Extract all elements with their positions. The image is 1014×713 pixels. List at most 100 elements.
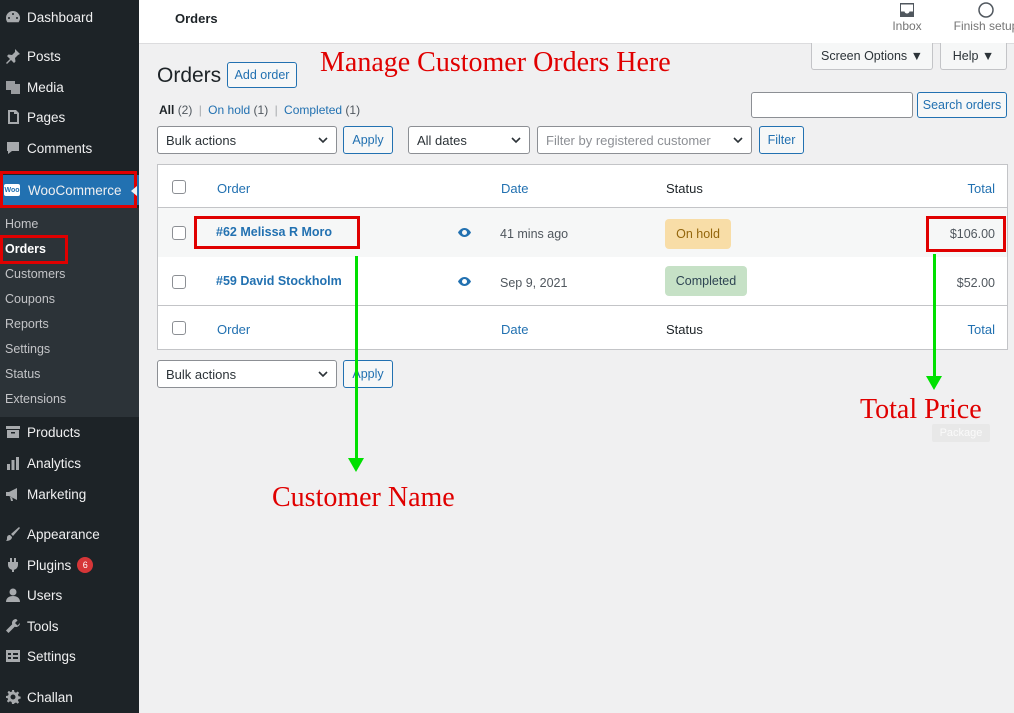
column-footer-order[interactable]: Order bbox=[217, 322, 250, 337]
filter-all-count: (2) bbox=[177, 103, 193, 117]
total-price-highlight-box bbox=[926, 216, 1006, 252]
bulk-actions-select-bottom[interactable]: Bulk actions bbox=[157, 360, 337, 388]
finish-setup-button[interactable]: Finish setup bbox=[951, 0, 1014, 44]
status-filter-links: All (2) | On hold (1) | Completed (1) bbox=[159, 103, 360, 117]
submenu-item-extensions[interactable]: Extensions bbox=[5, 389, 66, 409]
row-checkbox[interactable] bbox=[172, 275, 186, 289]
customer-filter-placeholder: Filter by registered customer bbox=[546, 132, 711, 148]
filter-separator: | bbox=[274, 103, 278, 117]
add-order-button[interactable]: Add order bbox=[227, 62, 297, 88]
screen-options-button[interactable]: Screen Options ▼ bbox=[811, 43, 933, 70]
woocommerce-header-bar: Orders Inbox Finish setup bbox=[139, 0, 1014, 44]
sidebar-item-media[interactable]: Media bbox=[0, 73, 139, 101]
bulk-actions-select[interactable]: Bulk actions bbox=[157, 126, 337, 154]
admin-sidebar: Dashboard Posts Media Pages Comments Woo… bbox=[0, 0, 139, 713]
sidebar-item-plugins[interactable]: Plugins 6 bbox=[0, 551, 139, 579]
table-header-row: Order Date Status Total bbox=[158, 165, 1007, 208]
column-header-total[interactable]: Total bbox=[968, 181, 995, 196]
row-checkbox[interactable] bbox=[172, 226, 186, 240]
dashboard-icon bbox=[4, 8, 22, 26]
order-date: 41 mins ago bbox=[500, 227, 569, 241]
megaphone-icon bbox=[4, 485, 22, 503]
apply-button-bottom[interactable]: Apply bbox=[343, 360, 393, 388]
bulk-actions-value: Bulk actions bbox=[166, 132, 237, 148]
bar-chart-icon bbox=[4, 454, 22, 472]
submenu-item-coupons[interactable]: Coupons bbox=[5, 289, 55, 309]
customer-arrow-line bbox=[355, 256, 358, 460]
order-link[interactable]: #59 David Stockholm bbox=[216, 274, 342, 288]
select-all-checkbox[interactable] bbox=[172, 180, 186, 194]
sidebar-item-label: Dashboard bbox=[27, 9, 94, 25]
submenu-item-reports[interactable]: Reports bbox=[5, 314, 49, 334]
sidebar-item-label: Appearance bbox=[27, 526, 100, 542]
sidebar-item-marketing[interactable]: Marketing bbox=[0, 480, 139, 508]
eye-icon[interactable] bbox=[458, 228, 471, 237]
orders-highlight-box bbox=[0, 235, 68, 264]
filter-button[interactable]: Filter bbox=[759, 126, 804, 154]
progress-ring-icon bbox=[978, 2, 994, 18]
pin-icon bbox=[4, 47, 22, 65]
sidebar-item-users[interactable]: Users bbox=[0, 581, 139, 609]
sidebar-item-analytics[interactable]: Analytics bbox=[0, 449, 139, 477]
column-header-date[interactable]: Date bbox=[501, 181, 528, 196]
gear-icon bbox=[4, 688, 22, 706]
search-orders-input[interactable] bbox=[751, 92, 913, 118]
date-filter-select[interactable]: All dates bbox=[408, 126, 530, 154]
column-footer-status: Status bbox=[666, 322, 703, 337]
select-all-checkbox[interactable] bbox=[172, 321, 186, 335]
customer-filter-select[interactable]: Filter by registered customer bbox=[537, 126, 752, 154]
active-menu-pointer bbox=[131, 186, 137, 196]
filter-completed-count: (1) bbox=[345, 103, 361, 117]
finish-setup-label: Finish setup bbox=[953, 19, 1014, 33]
search-orders-button[interactable]: Search orders bbox=[917, 92, 1007, 118]
status-badge: Completed bbox=[665, 266, 747, 296]
sidebar-item-comments[interactable]: Comments bbox=[0, 134, 139, 162]
sidebar-item-products[interactable]: Products bbox=[0, 418, 139, 446]
column-header-status: Status bbox=[666, 181, 703, 196]
sidebar-item-pages[interactable]: Pages bbox=[0, 103, 139, 131]
sidebar-item-settings[interactable]: Settings bbox=[0, 642, 139, 670]
sidebar-item-label: Media bbox=[27, 79, 64, 95]
sidebar-item-tools[interactable]: Tools bbox=[0, 612, 139, 640]
filter-on-hold-link[interactable]: On hold bbox=[208, 103, 250, 117]
column-footer-total[interactable]: Total bbox=[968, 322, 995, 337]
chevron-down-icon bbox=[318, 371, 328, 378]
sidebar-item-label: Comments bbox=[27, 140, 93, 156]
media-icon bbox=[4, 78, 22, 96]
submenu-item-customers[interactable]: Customers bbox=[5, 264, 65, 284]
faded-package-button: Package bbox=[932, 424, 990, 442]
sidebar-item-dashboard[interactable]: Dashboard bbox=[0, 3, 139, 31]
help-button[interactable]: Help ▼ bbox=[940, 43, 1007, 70]
sidebar-item-posts[interactable]: Posts bbox=[0, 42, 139, 70]
apply-button[interactable]: Apply bbox=[343, 126, 393, 154]
wrench-icon bbox=[4, 617, 22, 635]
column-header-order[interactable]: Order bbox=[217, 181, 250, 196]
filter-all-link[interactable]: All bbox=[159, 103, 174, 117]
inbox-button[interactable]: Inbox bbox=[889, 0, 925, 44]
table-row[interactable]: #59 David Stockholm Sep 9, 2021 Complete… bbox=[158, 257, 1007, 306]
sidebar-item-appearance[interactable]: Appearance bbox=[0, 520, 139, 548]
eye-icon[interactable] bbox=[458, 277, 471, 286]
archive-icon bbox=[4, 423, 22, 441]
sidebar-item-label: Tools bbox=[27, 618, 59, 634]
sidebar-item-label: Analytics bbox=[27, 455, 82, 471]
date-filter-value: All dates bbox=[417, 132, 467, 148]
filter-completed-link[interactable]: Completed bbox=[284, 103, 342, 117]
page-title: Orders bbox=[157, 64, 222, 87]
sidebar-item-label: Posts bbox=[27, 48, 61, 64]
submenu-item-home[interactable]: Home bbox=[5, 214, 38, 234]
sidebar-item-label: Marketing bbox=[27, 486, 87, 502]
column-footer-date[interactable]: Date bbox=[501, 322, 528, 337]
sidebar-item-label: Challan bbox=[27, 689, 73, 705]
price-arrow-head bbox=[926, 376, 942, 390]
submenu-item-settings[interactable]: Settings bbox=[5, 339, 50, 359]
sidebar-item-label: Pages bbox=[27, 109, 66, 125]
table-footer-row: Order Date Status Total bbox=[158, 307, 1007, 349]
filter-on-hold-count: (1) bbox=[253, 103, 269, 117]
sidebar-item-challan[interactable]: Challan bbox=[0, 683, 139, 711]
sidebar-item-label: Settings bbox=[27, 648, 76, 664]
user-icon bbox=[4, 586, 22, 604]
sidebar-item-label: Products bbox=[27, 424, 81, 440]
pages-icon bbox=[4, 108, 22, 126]
submenu-item-status[interactable]: Status bbox=[5, 364, 40, 384]
